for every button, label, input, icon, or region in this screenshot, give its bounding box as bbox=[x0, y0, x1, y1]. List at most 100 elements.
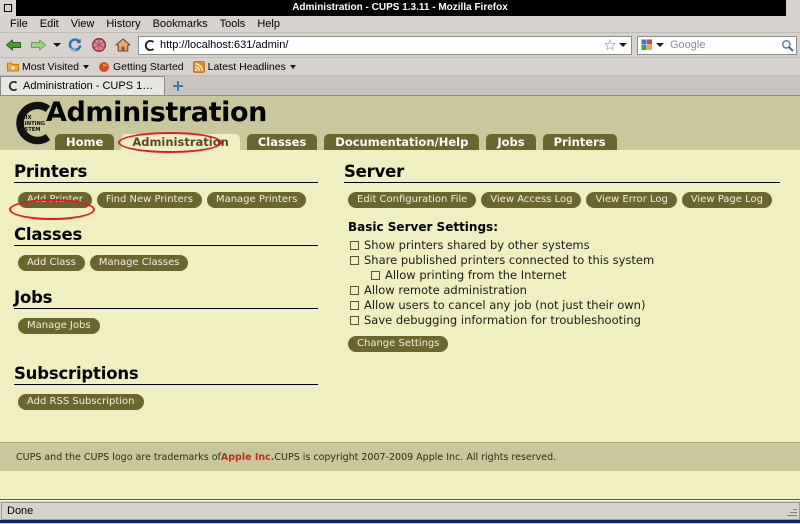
checkbox-allow-cancel-any-job[interactable] bbox=[350, 301, 359, 310]
reload-button[interactable] bbox=[64, 34, 86, 56]
setting-row-share-published-printers[interactable]: Share published printers connected to th… bbox=[350, 253, 780, 267]
nav-tab-jobs[interactable]: Jobs bbox=[486, 134, 536, 151]
menu-bookmarks[interactable]: Bookmarks bbox=[147, 16, 214, 32]
footer-text-after: CUPS is copyright 2007-2009 Apple Inc. A… bbox=[274, 451, 557, 463]
history-dropdown-icon[interactable] bbox=[51, 34, 62, 56]
new-tab-button[interactable] bbox=[165, 76, 191, 95]
setting-label-show-shared-printers: Show printers shared by other systems bbox=[364, 238, 590, 252]
window-controls-area[interactable] bbox=[786, 0, 800, 16]
address-dropdown-icon[interactable] bbox=[617, 43, 629, 47]
setting-label-allow-cancel-any-job: Allow users to cancel any job (not just … bbox=[364, 298, 646, 312]
cups-nav-tabs: Home Administration Classes Documentatio… bbox=[55, 134, 617, 151]
bookmarks-toolbar: Most Visited Getting Started Latest Head… bbox=[0, 58, 800, 76]
basic-server-settings-list: Show printers shared by other systems Sh… bbox=[350, 238, 780, 327]
address-bar[interactable]: http://localhost:631/admin/ bbox=[138, 35, 632, 55]
manage-classes-button[interactable]: Manage Classes bbox=[89, 255, 189, 271]
checkbox-share-published-printers[interactable] bbox=[350, 256, 359, 265]
search-magnifier-icon[interactable] bbox=[780, 38, 794, 52]
home-button[interactable] bbox=[112, 34, 134, 56]
cups-favicon bbox=[141, 37, 157, 53]
edit-configuration-file-button[interactable]: Edit Configuration File bbox=[348, 192, 477, 208]
checkbox-save-debugging-information[interactable] bbox=[350, 316, 359, 325]
bookmark-getting-started[interactable]: Getting Started bbox=[95, 61, 187, 73]
navigation-toolbar: http://localhost:631/admin/ Google bbox=[0, 33, 800, 58]
view-access-log-button[interactable]: View Access Log bbox=[481, 192, 582, 208]
setting-row-allow-remote-administration[interactable]: Allow remote administration bbox=[350, 283, 780, 297]
nav-tab-documentation-help[interactable]: Documentation/Help bbox=[324, 134, 480, 151]
chevron-down-icon[interactable] bbox=[289, 64, 296, 69]
menu-view[interactable]: View bbox=[65, 16, 101, 32]
subscriptions-button-row: Add RSS Subscription bbox=[18, 394, 318, 410]
stop-button[interactable] bbox=[88, 34, 110, 56]
cups-favicon bbox=[6, 80, 19, 93]
manage-printers-button[interactable]: Manage Printers bbox=[206, 192, 307, 208]
nav-tab-administration[interactable]: Administration bbox=[121, 134, 240, 151]
back-button[interactable] bbox=[3, 34, 25, 56]
cups-page-header: UNIX PRINTING SYSTEM Administration Home… bbox=[0, 96, 800, 151]
setting-label-share-published-printers: Share published printers connected to th… bbox=[364, 253, 655, 267]
setting-row-save-debugging-information[interactable]: Save debugging information for troublesh… bbox=[350, 313, 780, 327]
bookmark-most-visited[interactable]: Most Visited bbox=[4, 61, 92, 73]
bookmark-latest-headlines[interactable]: Latest Headlines bbox=[190, 61, 299, 73]
menu-tools[interactable]: Tools bbox=[214, 16, 252, 32]
nav-tab-classes[interactable]: Classes bbox=[246, 134, 318, 151]
bookmark-star-icon[interactable] bbox=[603, 39, 617, 51]
menu-file[interactable]: File bbox=[4, 16, 34, 32]
view-page-log-button[interactable]: View Page Log bbox=[681, 192, 772, 208]
page-footer: CUPS and the CUPS logo are trademarks of… bbox=[0, 442, 800, 471]
firefox-icon bbox=[98, 61, 110, 73]
folder-star-icon bbox=[7, 61, 19, 73]
setting-label-allow-remote-administration: Allow remote administration bbox=[364, 283, 527, 297]
add-class-button[interactable]: Add Class bbox=[18, 255, 85, 271]
menu-edit[interactable]: Edit bbox=[34, 16, 65, 32]
window-resize-grip[interactable] bbox=[784, 501, 800, 520]
setting-row-show-shared-printers[interactable]: Show printers shared by other systems bbox=[350, 238, 780, 252]
add-rss-subscription-button[interactable]: Add RSS Subscription bbox=[18, 394, 144, 410]
svg-text:SYSTEM: SYSTEM bbox=[17, 127, 40, 133]
search-engine-dropdown-icon[interactable] bbox=[654, 43, 666, 47]
setting-row-allow-internet-printing[interactable]: Allow printing from the Internet bbox=[371, 268, 780, 282]
rss-feed-icon bbox=[192, 60, 205, 73]
bookmark-getting-started-label: Getting Started bbox=[113, 60, 184, 73]
basic-server-settings-heading: Basic Server Settings: bbox=[348, 220, 498, 234]
window-title-bar: Administration - CUPS 1.3.11 - Mozilla F… bbox=[0, 0, 800, 16]
checkbox-show-shared-printers[interactable] bbox=[350, 241, 359, 250]
search-bar[interactable]: Google bbox=[637, 35, 797, 55]
tab-label: Administration - CUPS 1.3.11 bbox=[23, 80, 156, 92]
menu-history[interactable]: History bbox=[100, 16, 146, 32]
left-column: Printers Add Printer Find New Printers M… bbox=[0, 150, 338, 410]
printers-heading: Printers bbox=[14, 162, 318, 183]
nav-tab-home[interactable]: Home bbox=[55, 134, 115, 151]
search-input[interactable]: Google bbox=[666, 39, 780, 51]
classes-heading: Classes bbox=[14, 225, 318, 246]
page-title: Administration bbox=[46, 97, 267, 128]
checkbox-allow-internet-printing[interactable] bbox=[371, 271, 380, 280]
checkbox-allow-remote-administration[interactable] bbox=[350, 286, 359, 295]
setting-label-save-debugging-information: Save debugging information for troublesh… bbox=[364, 313, 641, 327]
right-column: Server Edit Configuration File View Acce… bbox=[338, 150, 800, 410]
server-button-row: Edit Configuration File View Access Log … bbox=[348, 192, 780, 208]
setting-row-allow-cancel-any-job[interactable]: Allow users to cancel any job (not just … bbox=[350, 298, 780, 312]
add-printer-button[interactable]: Add Printer bbox=[18, 192, 92, 208]
setting-label-allow-internet-printing: Allow printing from the Internet bbox=[385, 268, 567, 282]
view-error-log-button[interactable]: View Error Log bbox=[586, 192, 677, 208]
tab-administration-cups[interactable]: Administration - CUPS 1.3.11 bbox=[0, 76, 165, 95]
footer-text-before: CUPS and the CUPS logo are trademarks of bbox=[16, 451, 221, 463]
menu-help[interactable]: Help bbox=[251, 16, 286, 32]
jobs-button-row: Manage Jobs bbox=[18, 318, 318, 334]
status-bar: Done bbox=[0, 500, 800, 520]
chevron-down-icon[interactable] bbox=[83, 64, 89, 69]
tab-strip: Administration - CUPS 1.3.11 bbox=[0, 76, 800, 96]
apple-inc-link[interactable]: Apple Inc. bbox=[221, 452, 275, 463]
address-bar-text[interactable]: http://localhost:631/admin/ bbox=[157, 39, 603, 51]
nav-tab-printers[interactable]: Printers bbox=[542, 134, 617, 151]
change-settings-button[interactable]: Change Settings bbox=[348, 336, 449, 352]
status-text: Done bbox=[1, 501, 784, 520]
forward-button[interactable] bbox=[27, 34, 49, 56]
window-title: Administration - CUPS 1.3.11 - Mozilla F… bbox=[292, 2, 508, 13]
printers-button-row: Add Printer Find New Printers Manage Pri… bbox=[18, 192, 318, 208]
find-new-printers-button[interactable]: Find New Printers bbox=[96, 192, 202, 208]
google-engine-icon[interactable] bbox=[640, 38, 654, 52]
manage-jobs-button[interactable]: Manage Jobs bbox=[18, 318, 100, 334]
server-heading: Server bbox=[344, 162, 780, 183]
